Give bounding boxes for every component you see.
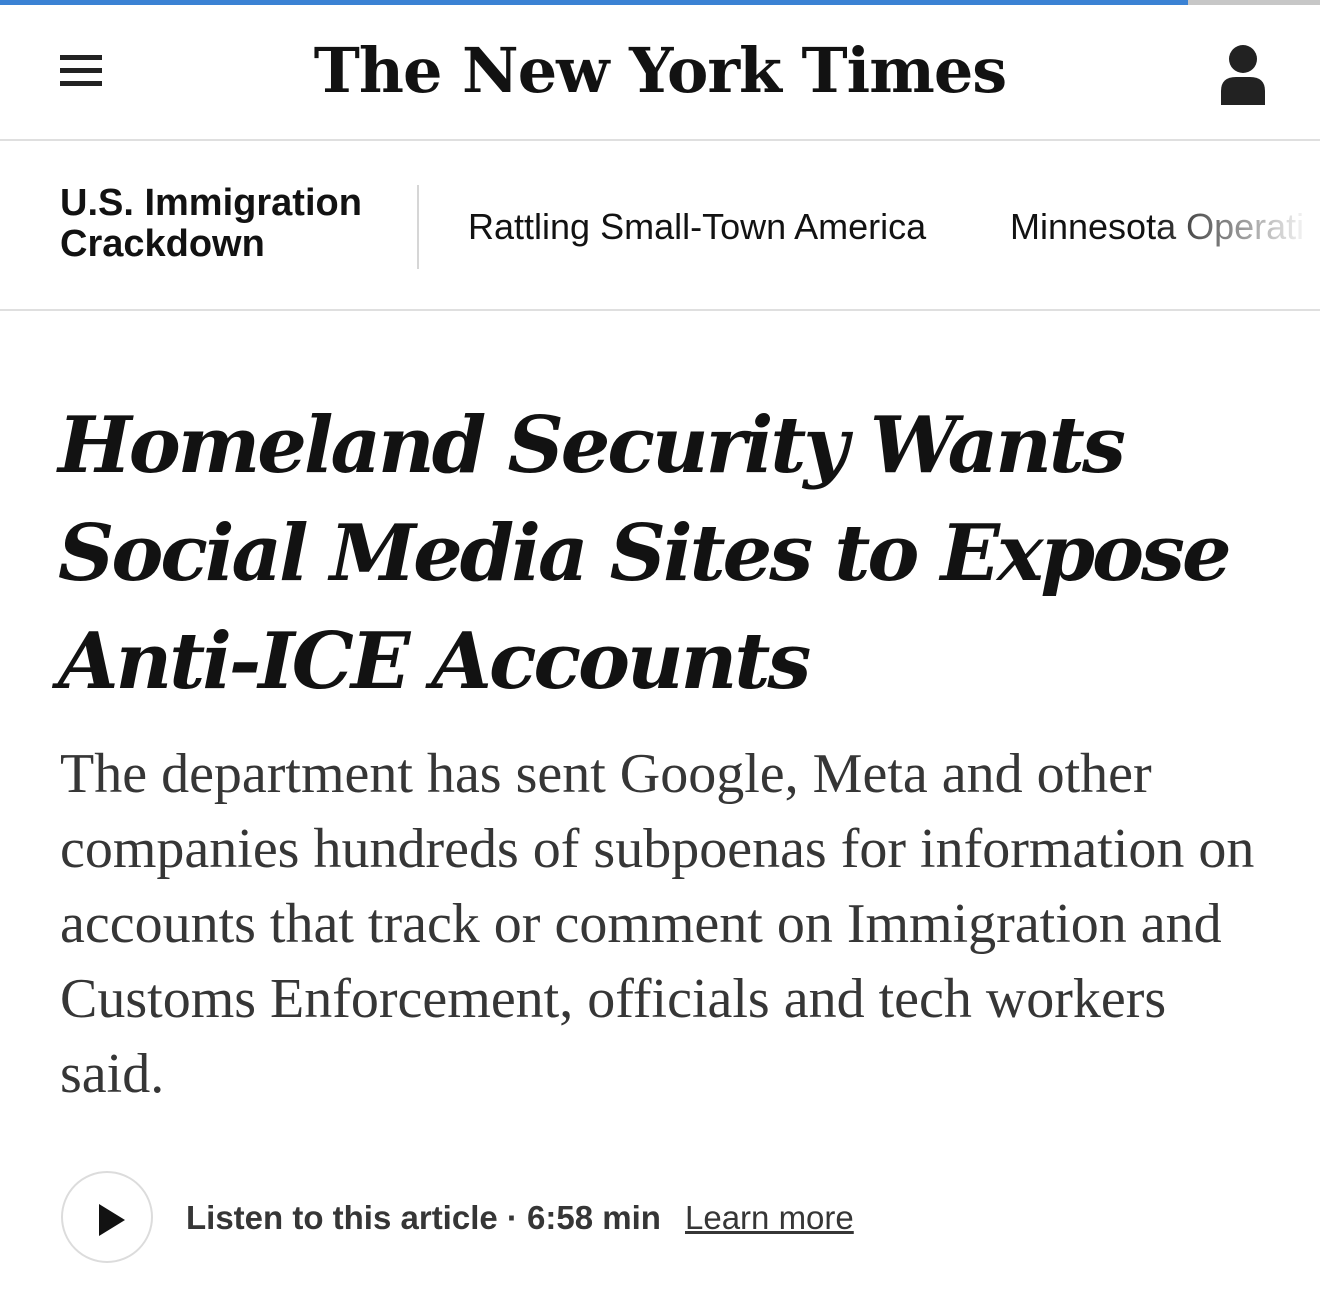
- site-logo[interactable]: The New York Times: [0, 31, 1320, 111]
- subnav-divider: [417, 185, 419, 269]
- person-icon[interactable]: [1218, 43, 1268, 105]
- listen-label: Listen to this article · 6:58 min: [186, 1199, 661, 1236]
- article-summary: The department has sent Google, Meta and…: [60, 743, 1255, 1105]
- subnav-link[interactable]: Minnesota Operati: [1010, 205, 1304, 249]
- section-subnav: U.S. Immigration Crackdown Rattling Smal…: [0, 143, 1320, 311]
- masthead: The New York Times: [0, 5, 1320, 141]
- play-button[interactable]: [61, 1171, 153, 1263]
- subnav-link[interactable]: Rattling Small-Town America: [468, 205, 926, 249]
- learn-more-link[interactable]: Learn more: [685, 1196, 854, 1240]
- section-title[interactable]: U.S. Immigration Crackdown: [60, 183, 400, 265]
- article-headline: Homeland Security Wants Social Media Sit…: [58, 400, 1232, 707]
- play-icon: [99, 1204, 125, 1236]
